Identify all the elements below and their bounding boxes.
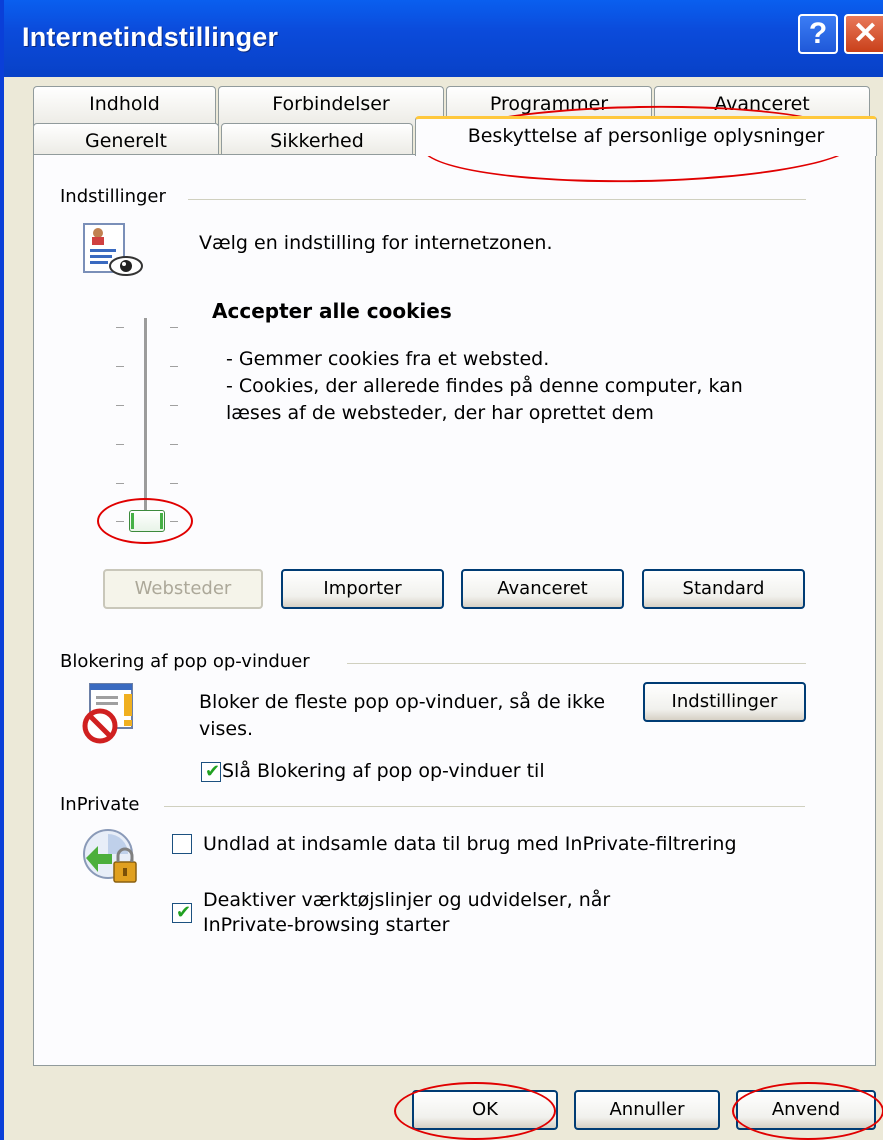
tab-label: Indhold [89, 93, 160, 115]
import-button[interactable]: Importer [281, 569, 444, 609]
tab-forbindelser[interactable]: Forbindelser [218, 86, 444, 126]
tab-label: Beskyttelse af personlige oplysninger [467, 125, 825, 147]
ok-button[interactable]: OK [412, 1090, 558, 1130]
popup-settings-button[interactable]: Indstillinger [643, 682, 806, 722]
title-bar: Internetindstillinger ? ✕ [4, 0, 883, 77]
cancel-button[interactable]: Annuller [574, 1090, 720, 1130]
privacy-level-desc-line: - Gemmer cookies fra et websted. [226, 348, 550, 370]
divider [164, 806, 805, 807]
tab-privacy[interactable]: Beskyttelse af personlige oplysninger [415, 116, 877, 156]
divider [347, 663, 806, 664]
tab-generelt[interactable]: Generelt [33, 123, 219, 155]
slider-tick [170, 521, 178, 522]
inprivate-disable-toolbars-checkbox[interactable]: ✔ [172, 902, 192, 923]
privacy-level-desc-line: - Cookies, der allerede findes på denne … [226, 375, 743, 397]
popup-blocker-label[interactable]: Slå Blokering af pop op-vinduer til [222, 758, 545, 785]
privacy-level-title: Accepter alle cookies [212, 299, 452, 323]
slider-tick [170, 483, 178, 484]
zone-prompt: Vælg en indstilling for internetzonen. [199, 232, 553, 254]
popup-group-label: Blokering af pop op-vinduer [60, 651, 310, 672]
privacy-document-icon [83, 223, 143, 276]
inprivate-filter-checkbox[interactable] [172, 834, 192, 854]
close-icon[interactable]: ✕ [844, 14, 883, 54]
slider-tick [116, 327, 124, 328]
popup-desc-line: vises. [199, 718, 254, 740]
slider-tick [170, 366, 178, 367]
tab-indhold[interactable]: Indhold [33, 86, 216, 126]
inprivate-filter-label[interactable]: Undlad at indsamle data til brug med InP… [203, 831, 737, 858]
slider-tick [116, 405, 124, 406]
tab-label: Programmer [489, 93, 609, 115]
popup-blocker-checkbox[interactable]: ✔ [201, 761, 221, 782]
inprivate-lock-icon [83, 829, 137, 883]
popup-blocker-icon [82, 683, 133, 744]
divider [188, 199, 806, 200]
check-icon: ✔ [205, 761, 221, 782]
inprivate-disable-label-line[interactable]: Deaktiver værktøjslinjer og udvidelser, … [203, 887, 610, 914]
slider-track [144, 318, 148, 520]
tab-panel [33, 154, 876, 1066]
inprivate-disable-label-line[interactable]: InPrivate-browsing starter [203, 912, 449, 939]
tab-label: Generelt [85, 130, 167, 152]
privacy-level-desc-line: læses af de websteder, der har oprettet … [226, 402, 654, 424]
help-icon[interactable]: ? [798, 14, 838, 54]
popup-desc-line: Bloker de fleste pop op-vinduer, så de i… [199, 691, 606, 713]
settings-group-label: Indstillinger [60, 186, 166, 207]
tab-sikkerhed[interactable]: Sikkerhed [221, 123, 413, 155]
internet-options-dialog: Internetindstillinger ? ✕ Indhold Forbin… [0, 0, 883, 1140]
check-icon: ✔ [176, 902, 192, 923]
default-button[interactable]: Standard [642, 569, 805, 609]
sites-button[interactable]: Websteder [103, 569, 263, 609]
apply-button[interactable]: Anvend [736, 1090, 876, 1130]
slider-thumb[interactable] [129, 510, 165, 532]
slider-tick [116, 483, 124, 484]
inprivate-group-label: InPrivate [60, 794, 140, 815]
slider-tick [170, 405, 178, 406]
slider-tick [116, 521, 124, 522]
slider-tick [170, 444, 178, 445]
tab-label: Sikkerhed [270, 130, 364, 152]
tab-label: Forbindelser [272, 93, 390, 115]
advanced-button[interactable]: Avanceret [461, 569, 624, 609]
tab-label: Avanceret [714, 93, 810, 115]
slider-tick [170, 327, 178, 328]
slider-tick [116, 444, 124, 445]
window-title: Internetindstillinger [22, 22, 279, 52]
slider-tick [116, 366, 124, 367]
